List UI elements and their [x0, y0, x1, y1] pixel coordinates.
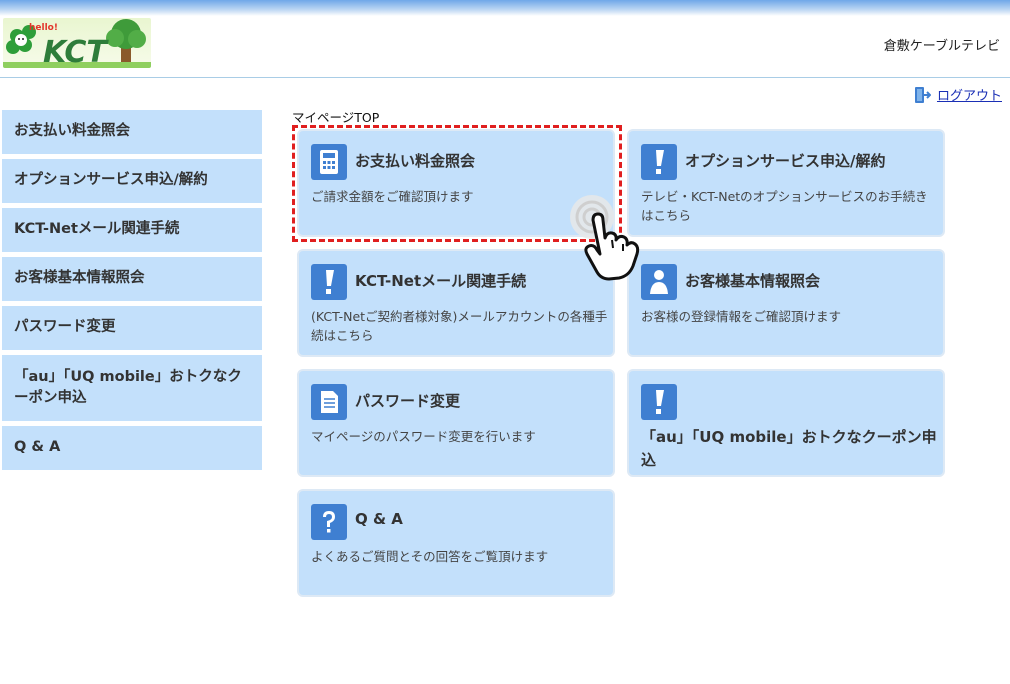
card-customer-info[interactable]: お客様基本情報照会 お客様の登録情報をご確認頂けます — [627, 249, 945, 357]
card-billing[interactable]: お支払い料金照会 ご請求金額をご確認頂けます — [297, 129, 615, 237]
card-mail[interactable]: KCT-Netメール関連手続 (KCT-Netご契約者様対象)メールアカウントの… — [297, 249, 615, 357]
card-title: オプションサービス申込/解約 — [685, 152, 886, 170]
exclamation-icon — [641, 384, 677, 420]
kct-logo-image: hello! KCT — [3, 19, 151, 68]
top-gradient-band — [0, 0, 1010, 16]
breadcrumb: マイページTOP — [292, 110, 380, 125]
card-title: パスワード変更 — [355, 392, 461, 410]
sidebar-item-billing[interactable]: お支払い料金照会 — [2, 110, 262, 154]
site-header: hello! KCT 倉敷ケーブルテレビ — [0, 16, 1010, 78]
svg-text:hello!: hello! — [29, 23, 58, 33]
logout-link[interactable]: ログアウト — [937, 85, 1002, 104]
card-password[interactable]: パスワード変更 マイページのパスワード変更を行います — [297, 369, 615, 477]
sidebar-item-password[interactable]: パスワード変更 — [2, 306, 262, 350]
card-description: よくあるご質問とその回答をご覧頂けます — [311, 549, 549, 564]
exclamation-icon — [641, 144, 677, 180]
exclamation-icon — [311, 264, 347, 300]
question-icon — [311, 504, 347, 540]
document-icon — [311, 384, 347, 420]
card-description: テレビ・KCT-Netのオプションサービスのお手続きはこちら — [641, 189, 928, 224]
sidebar-item-coupon[interactable]: 「au」「UQ mobile」おトクなクーポン申込 — [2, 355, 262, 421]
card-faq[interactable]: Q & A よくあるご質問とその回答をご覧頂けます — [297, 489, 615, 597]
card-description: (KCT-Netご契約者様対象)メールアカウントの各種手続はこちら — [311, 309, 608, 344]
card-option-service[interactable]: オプションサービス申込/解約 テレビ・KCT-Netのオプションサービスのお手続… — [627, 129, 945, 237]
sidebar-item-mail[interactable]: KCT-Netメール関連手続 — [2, 208, 262, 252]
sidebar-nav: お支払い料金照会 オプションサービス申込/解約 KCT-Netメール関連手続 お… — [2, 110, 262, 475]
card-description: マイページのパスワード変更を行います — [311, 429, 536, 444]
calculator-icon — [311, 144, 347, 180]
card-description: ご請求金額をご確認頂けます — [311, 189, 474, 204]
card-title: お支払い料金照会 — [355, 152, 476, 170]
card-title: 「au」「UQ mobile」おトクなクーポン申込 — [641, 428, 937, 469]
card-title: KCT-Netメール関連手続 — [355, 272, 527, 290]
card-title: Q & A — [355, 510, 403, 528]
sidebar-item-faq[interactable]: Q & A — [2, 426, 262, 470]
card-description: お客様の登録情報をご確認頂けます — [641, 309, 842, 324]
sidebar-item-option-service[interactable]: オプションサービス申込/解約 — [2, 159, 262, 203]
sidebar-item-customer-info[interactable]: お客様基本情報照会 — [2, 257, 262, 301]
card-title: お客様基本情報照会 — [685, 272, 821, 290]
svg-text:KCT: KCT — [43, 35, 109, 68]
logout-icon[interactable] — [913, 86, 931, 104]
logout-area: ログアウト — [913, 85, 1002, 104]
kct-logo[interactable]: hello! KCT — [3, 18, 151, 68]
card-coupon[interactable]: 「au」「UQ mobile」おトクなクーポン申込 — [627, 369, 945, 477]
company-name: 倉敷ケーブルテレビ — [883, 39, 1000, 54]
person-icon — [641, 264, 677, 300]
